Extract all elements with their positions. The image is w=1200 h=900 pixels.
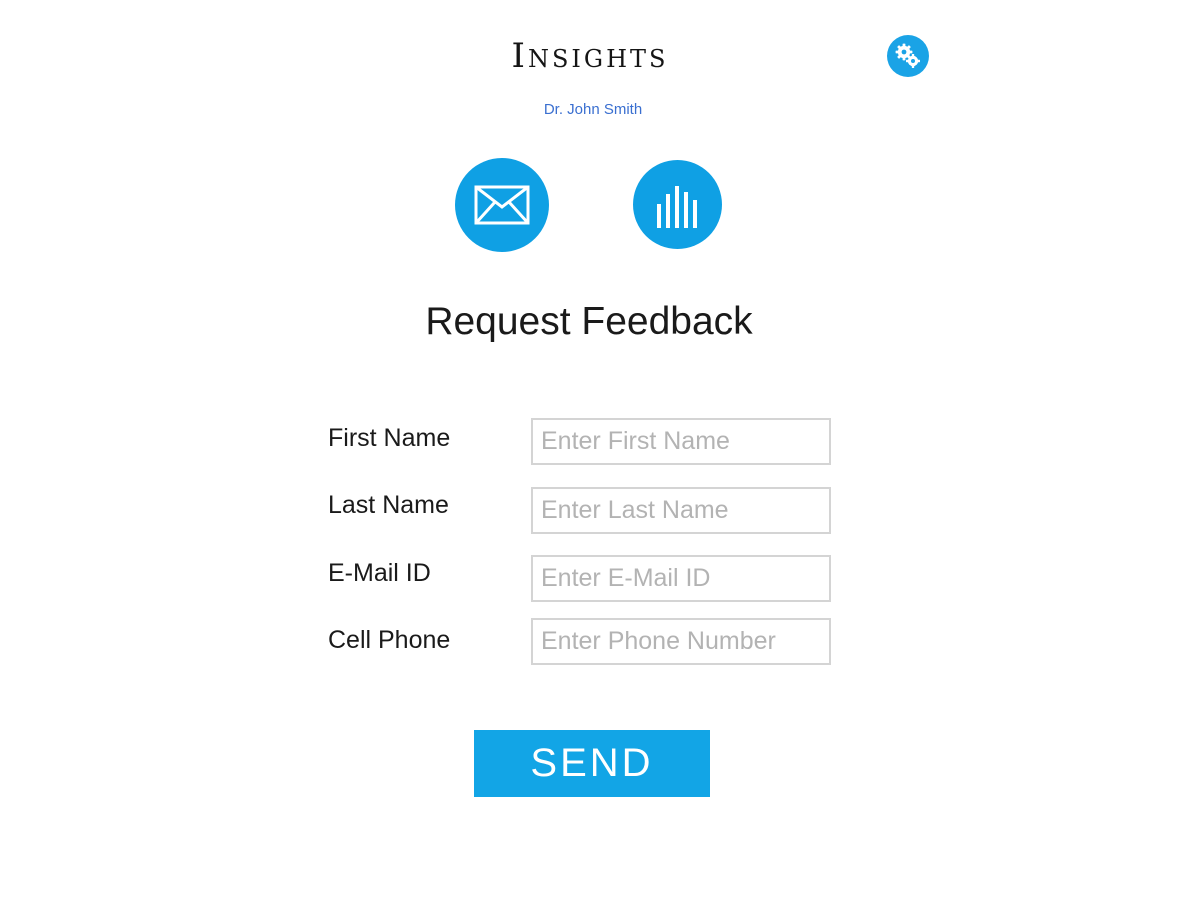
request-feedback-button[interactable] <box>455 158 549 252</box>
user-name: Dr. John Smith <box>543 101 643 118</box>
app-title: Insights <box>511 36 669 76</box>
last-name-label: Last Name <box>328 491 449 519</box>
bar-chart-icon <box>656 185 697 228</box>
cell-phone-input[interactable] <box>531 618 831 665</box>
send-button[interactable]: SEND <box>474 730 710 797</box>
first-name-label: First Name <box>328 424 451 452</box>
settings-button[interactable] <box>887 35 929 77</box>
email-input[interactable] <box>531 555 831 602</box>
form-heading: Request Feedback <box>425 300 753 343</box>
gears-icon <box>895 43 920 68</box>
cell-phone-label: Cell Phone <box>328 626 451 654</box>
last-name-input[interactable] <box>531 487 831 534</box>
statistics-button[interactable] <box>633 160 722 249</box>
envelope-icon <box>474 185 530 225</box>
email-label: E-Mail ID <box>328 559 431 587</box>
first-name-input[interactable] <box>531 418 831 465</box>
